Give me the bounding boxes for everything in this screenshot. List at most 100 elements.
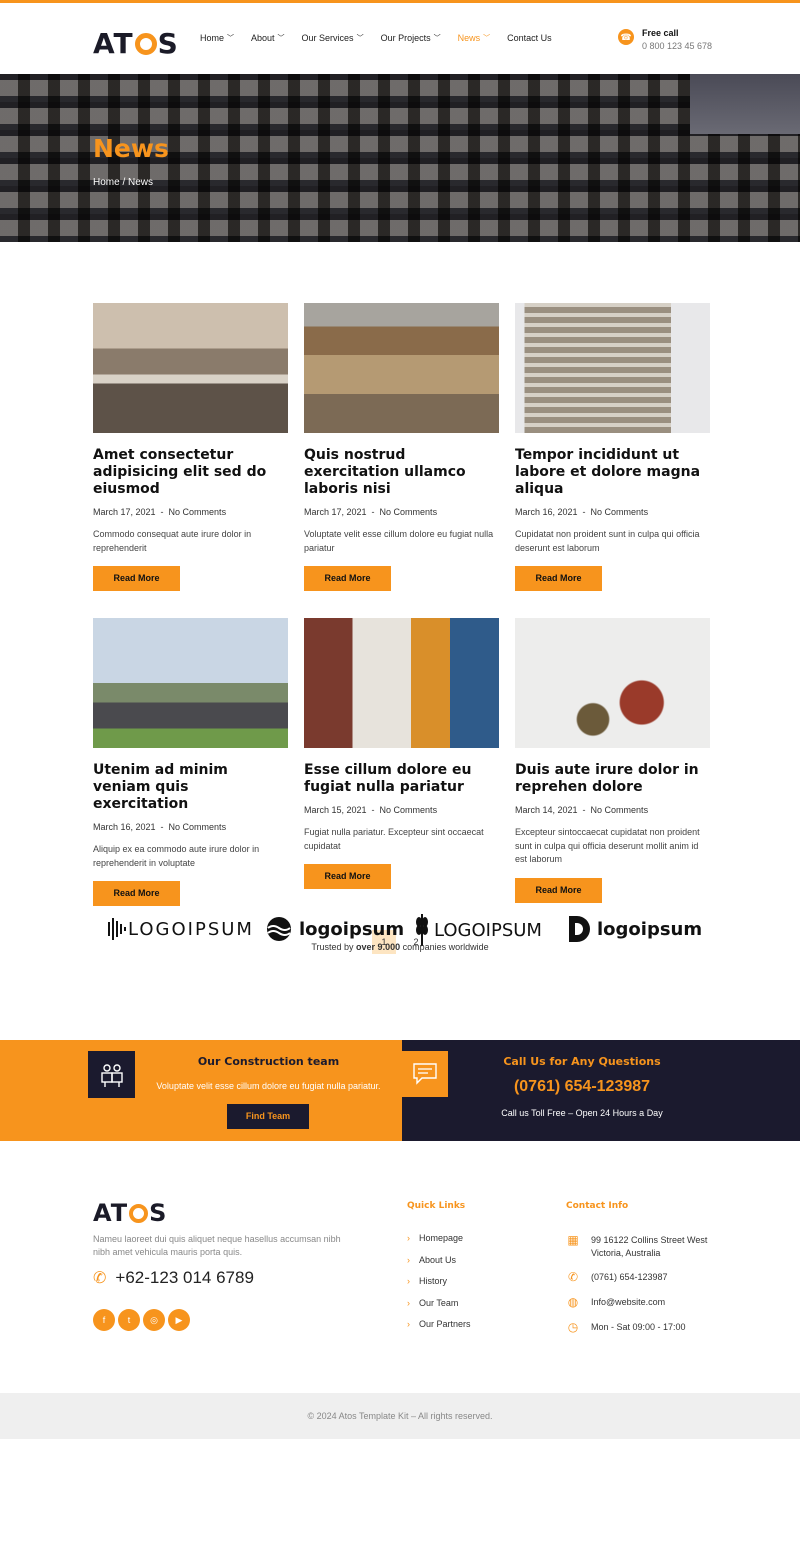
post-excerpt: Excepteur sintoccaecat cupidatat non pro…	[515, 827, 700, 864]
free-call-number: 0 800 123 45 678	[642, 41, 713, 51]
post-excerpt: Fugiat nulla pariatur. Excepteur sint oc…	[304, 827, 484, 851]
post-meta: March 15, 2021 - No Comments	[304, 805, 438, 815]
read-more-button[interactable]: Read More	[93, 566, 180, 591]
chevron-down-icon: ﹀	[227, 35, 235, 42]
post-meta: March 14, 2021 - No Comments	[515, 805, 649, 815]
phone-icon: ✆	[567, 1270, 579, 1284]
quick-link-homepage[interactable]: Homepage	[407, 1233, 471, 1255]
map-icon: ▦	[567, 1233, 579, 1247]
nav-home[interactable]: Home ﹀	[200, 33, 234, 43]
nav-our-services[interactable]: Our Services ﹀	[302, 33, 364, 43]
team-cta: Our Construction team Voluptate velit es…	[0, 1040, 402, 1141]
team-subtitle: Voluptate velit esse cillum dolore eu fu…	[156, 1081, 381, 1091]
post-title[interactable]: Amet consectetur adipisicing elit sed do…	[93, 447, 288, 498]
nav-contact-us[interactable]: Contact Us	[507, 33, 552, 43]
main-nav: Home ﹀ About ﹀ Our Services ﹀ Our Projects ﹀…	[200, 33, 569, 43]
partner-logo-2: logoipsum	[265, 916, 404, 942]
call-number[interactable]: (0761) 654-123987	[482, 1078, 682, 1096]
partner-logo-4: logoipsum	[567, 914, 702, 944]
read-more-button[interactable]: Read More	[515, 566, 602, 591]
post-image-engineers[interactable]	[304, 618, 499, 748]
copyright-bar: © 2024 Atos Template Kit – All rights re…	[0, 1393, 800, 1439]
youtube-icon[interactable]: ▶	[168, 1309, 190, 1331]
nav-our-projects[interactable]: Our Projects ﹀	[381, 33, 441, 43]
news-card: Esse cillum dolore eu fugiat nulla paria…	[304, 618, 499, 889]
post-excerpt: Cupidatat non proident sunt in culpa qui…	[515, 529, 700, 553]
post-meta: March 17, 2021 - No Comments	[93, 507, 227, 517]
quick-link-about-us[interactable]: About Us	[407, 1255, 471, 1277]
contact-phone[interactable]: ✆ (0761) 654-123987	[566, 1271, 711, 1285]
post-title[interactable]: Utenim ad minim veniam quis exercitation	[93, 762, 288, 813]
cta-banner: Our Construction team Voluptate velit es…	[0, 1040, 800, 1141]
contact-address: ▦ 99 16122 Collins Street West Victoria, …	[567, 1233, 708, 1259]
post-image-blueprints[interactable]	[515, 618, 710, 748]
post-image-suburb[interactable]	[93, 618, 288, 748]
phone-icon: ☎	[618, 29, 634, 45]
twitter-icon[interactable]: t	[118, 1309, 140, 1331]
soundwave-icon	[108, 918, 126, 940]
team-title: Our Construction team	[197, 1055, 340, 1068]
instagram-icon[interactable]: ◎	[143, 1309, 165, 1331]
logo-ring-icon	[129, 1203, 149, 1223]
quick-links: Homepage About Us History Our Team Our P…	[407, 1233, 471, 1341]
read-more-button[interactable]: Read More	[304, 566, 391, 591]
post-title[interactable]: Quis nostrud exercitation ullamco labori…	[304, 447, 499, 498]
team-icon	[88, 1051, 135, 1098]
post-meta: March 17, 2021 - No Comments	[304, 507, 438, 517]
call-subtitle: Call us Toll Free – Open 24 Hours a Day	[501, 1108, 663, 1118]
post-meta: March 16, 2021 - No Comments	[93, 822, 227, 832]
post-meta: March 16, 2021 - No Comments	[515, 507, 649, 517]
find-team-button[interactable]: Find Team	[227, 1104, 309, 1129]
post-image-tower-cranes[interactable]	[515, 303, 710, 433]
post-excerpt: Voluptate velit esse cillum dolore eu fu…	[304, 529, 494, 553]
quick-links-title: Quick Links	[407, 1201, 466, 1211]
site-footer: AT S Nameu laoreet dui quis aliquet neque…	[0, 1141, 800, 1393]
contact-hours: ◷ Mon - Sat 09:00 - 17:00	[567, 1320, 686, 1334]
free-call[interactable]: ☎ Free call 0 800 123 45 678	[618, 28, 712, 51]
post-title[interactable]: Tempor incididunt ut labore et dolore ma…	[515, 447, 710, 498]
footer-description: Nameu laoreet dui quis aliquet neque has…	[93, 1234, 341, 1257]
site-header: AT S Home ﹀ About ﹀ Our Services ﹀ Our Proje…	[0, 3, 800, 74]
contact-email[interactable]: ◍ Info@website.com	[566, 1296, 711, 1310]
news-card: Duis aute irure dolor in reprehen dolore…	[515, 618, 710, 903]
quick-link-our-partners[interactable]: Our Partners	[407, 1319, 471, 1341]
call-cta: Call Us for Any Questions (0761) 654-123…	[402, 1040, 800, 1141]
contact-info: ▦ 99 16122 Collins Street West Victoria, …	[566, 1234, 711, 1346]
page-title: News	[93, 134, 169, 163]
contact-info-title: Contact Info	[566, 1201, 629, 1211]
post-image-excavation[interactable]	[304, 303, 499, 433]
post-excerpt: Commodo consequat aute irure dolor in re…	[93, 529, 252, 553]
quick-link-our-team[interactable]: Our Team	[407, 1298, 471, 1320]
post-title[interactable]: Duis aute irure dolor in reprehen dolore	[515, 762, 710, 796]
footer-phone[interactable]: ✆ +62-123 014 6789	[93, 1268, 254, 1288]
waves-icon	[267, 917, 291, 941]
chat-bubble-icon	[402, 1051, 448, 1097]
hero-sky	[690, 74, 800, 134]
footer-logo[interactable]: AT S	[93, 1199, 167, 1227]
chevron-down-icon: ﹀	[483, 35, 491, 42]
nav-news[interactable]: News ﹀	[458, 33, 491, 43]
call-title: Call Us for Any Questions	[503, 1055, 661, 1068]
post-title[interactable]: Esse cillum dolore eu fugiat nulla paria…	[304, 762, 499, 796]
free-call-label: Free call	[642, 28, 679, 38]
post-excerpt: Aliquip ex ea commodo aute irure dolor i…	[93, 844, 260, 868]
post-image-bathroom[interactable]	[93, 303, 288, 433]
trusted-by-text: Trusted by over 9.000 companies worldwid…	[311, 942, 489, 952]
d-shape-icon	[569, 916, 590, 942]
breadcrumb[interactable]: Home / News	[93, 177, 153, 188]
news-card: Amet consectetur adipisicing elit sed do…	[93, 303, 288, 591]
chevron-down-icon: ﹀	[277, 35, 285, 42]
social-links: f t ◎ ▶	[93, 1309, 190, 1331]
chevron-down-icon: ﹀	[356, 35, 364, 42]
nav-about[interactable]: About ﹀	[251, 33, 285, 43]
site-logo[interactable]: AT S	[93, 27, 179, 60]
chevron-down-icon: ﹀	[433, 35, 441, 42]
news-card: Utenim ad minim veniam quis exercitation…	[93, 618, 288, 906]
facebook-icon[interactable]: f	[93, 1309, 115, 1331]
clock-icon: ◷	[567, 1320, 579, 1334]
logo-ring-icon	[134, 32, 157, 55]
partner-logo-1: LOGOIPSUM	[108, 916, 254, 942]
page-hero: News Home / News	[0, 74, 800, 242]
quick-link-history[interactable]: History	[407, 1276, 471, 1298]
news-card: Quis nostrud exercitation ullamco labori…	[304, 303, 499, 591]
